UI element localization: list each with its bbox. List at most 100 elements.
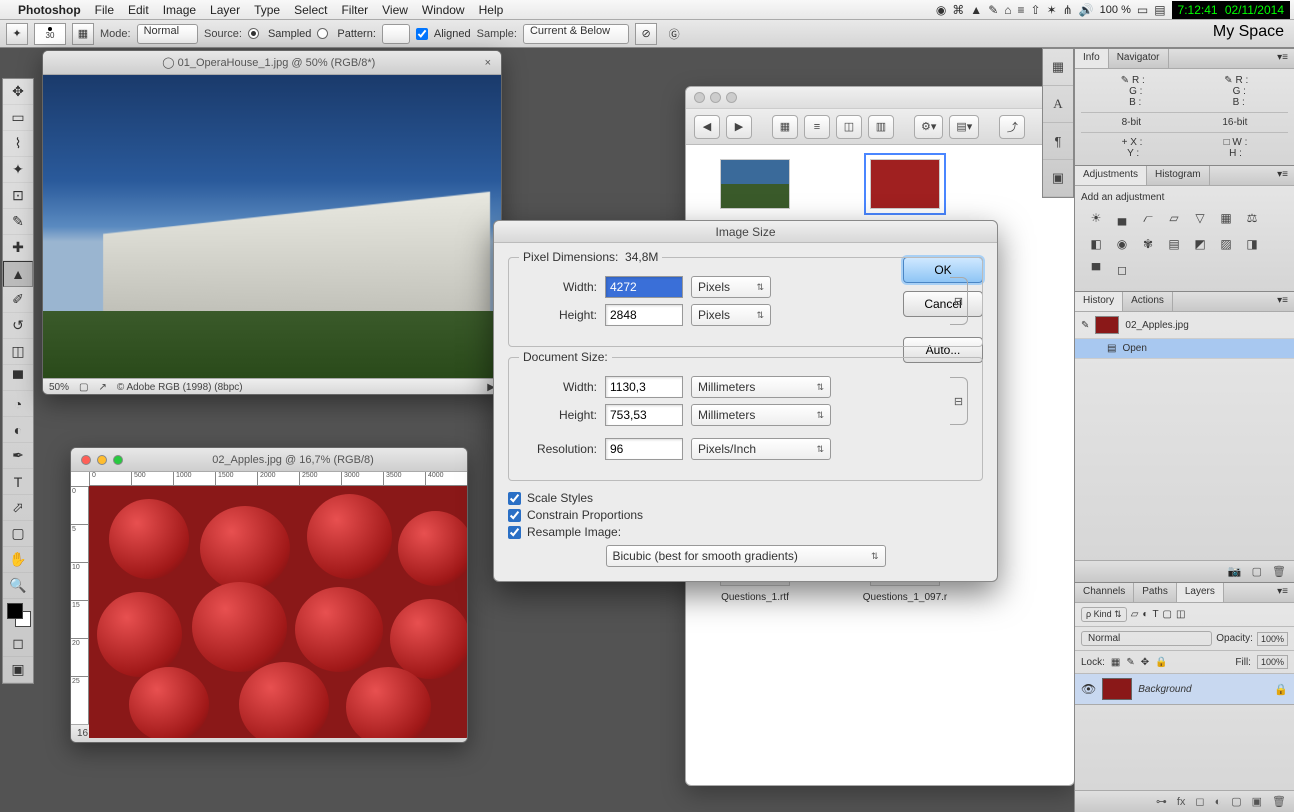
document-tab[interactable]: ◯ 01_OperaHouse_1.jpg @ 50% (RGB/8*) × [43,51,501,75]
view-col-button[interactable]: ◫ [836,115,862,139]
threshold-icon[interactable]: ◨ [1243,235,1261,253]
aligned-checkbox[interactable] [416,28,428,40]
constrain-checkbox[interactable] [508,509,521,522]
lock-pixels-icon[interactable]: ▦ [1111,657,1120,668]
hue-icon[interactable]: ▦ [1217,209,1235,227]
link-icon[interactable]: ⊟ [950,277,968,325]
bw-icon[interactable]: ◧ [1087,235,1105,253]
lasso-tool[interactable]: ⌇ [3,131,33,157]
menu-view[interactable]: View [382,3,408,17]
eyedropper-tool[interactable]: ✎ [3,209,33,235]
pixel-height-input[interactable] [605,304,683,326]
photo-filter-icon[interactable]: ◉ [1113,235,1131,253]
brush-panel-icon[interactable]: ▦ [72,23,94,45]
filter-kind-select[interactable]: ρ Kind ⇅ [1081,607,1127,622]
ignore-adj-icon[interactable]: ⊘ [635,23,657,45]
app-name[interactable]: Photoshop [18,3,81,17]
selective-icon[interactable]: ◻ [1113,261,1131,279]
layer-name[interactable]: Background [1138,684,1268,695]
dodge-tool[interactable]: ◐ [3,417,33,443]
doc-width-unit[interactable]: Millimeters [691,376,831,398]
fill-input[interactable]: 100% [1257,655,1288,669]
arrange-button[interactable]: ▤▾ [949,115,979,139]
document-tab[interactable]: 02_Apples.jpg @ 16,7% (RGB/8) [71,448,467,472]
tab-history[interactable]: History [1075,292,1123,311]
menu-layer[interactable]: Layer [210,3,240,17]
menu-help[interactable]: Help [479,3,504,17]
panel-menu-icon[interactable]: ▾≡ [1271,292,1294,311]
filter-icon[interactable]: ◫ [1176,609,1185,620]
visibility-icon[interactable]: 👁 [1081,682,1096,696]
vibrance-icon[interactable]: ▽ [1191,209,1209,227]
sample-select[interactable]: Current & Below [523,24,629,44]
zoom-tool[interactable]: 🔍 [3,573,33,599]
eraser-tool[interactable]: ◫ [3,339,33,365]
tool-preset-icon[interactable]: ✦ [6,23,28,45]
lock-brush-icon[interactable]: ✎ [1126,657,1134,668]
menu-window[interactable]: Window [422,3,465,17]
traffic-light-close[interactable] [694,92,705,103]
canvas-image[interactable] [43,75,501,378]
blend-mode-select[interactable]: Normal [1081,631,1212,646]
lock-all-icon[interactable]: 🔒 [1155,657,1167,668]
pattern-radio[interactable] [317,28,328,39]
screenmode-icon[interactable]: ▣ [3,657,33,683]
tab-paths[interactable]: Paths [1134,583,1177,602]
balance-icon[interactable]: ⚖ [1243,209,1261,227]
type-icon[interactable]: A [1043,86,1073,123]
traffic-light-min[interactable] [97,455,107,465]
file-item[interactable] [700,159,810,215]
sampled-radio[interactable] [248,28,259,39]
view-list-button[interactable]: ≡ [804,115,830,139]
opacity-input[interactable]: 100% [1257,632,1288,646]
panel-menu-icon[interactable]: ▾≡ [1271,583,1294,602]
workspace-select[interactable]: My Space [1213,23,1284,41]
paragraph-icon[interactable]: ¶ [1043,123,1073,160]
blur-tool[interactable]: ◔ [3,391,33,417]
tab-info[interactable]: Info [1075,49,1109,68]
action-button[interactable]: ⚙▾ [914,115,943,139]
pixel-height-unit[interactable]: Pixels [691,304,771,326]
trash-icon[interactable]: 🗑 [1272,795,1286,808]
curves-icon[interactable]: ⦧ [1139,209,1157,227]
brightness-icon[interactable]: ☀ [1087,209,1105,227]
traffic-light-max[interactable] [113,455,123,465]
finder-titlebar[interactable] [686,87,1074,109]
type-tool[interactable]: T [3,469,33,495]
mask-icon[interactable]: ◻ [1195,795,1204,808]
tab-layers[interactable]: Layers [1177,583,1224,602]
tab-histogram[interactable]: Histogram [1147,166,1210,185]
mode-select[interactable]: Normal [137,24,198,44]
invert-icon[interactable]: ◩ [1191,235,1209,253]
history-state[interactable]: ▤Open [1075,339,1294,359]
brush-preset[interactable]: 30 [34,23,66,45]
filter-icon[interactable]: ▢ [1163,609,1172,620]
hand-tool[interactable]: ✋ [3,547,33,573]
file-item[interactable] [850,159,960,215]
heal-tool[interactable]: ✚ [3,235,33,261]
resample-method-select[interactable]: Bicubic (best for smooth gradients) [606,545,886,567]
menu-type[interactable]: Type [254,3,280,17]
stamp-tool[interactable]: ▲ [3,261,33,287]
gradient-map-icon[interactable]: ▀ [1087,261,1105,279]
doc-width-input[interactable] [605,376,683,398]
tab-navigator[interactable]: Navigator [1109,49,1169,68]
filter-icon[interactable]: ▱ [1131,609,1139,620]
mixer-icon[interactable]: ✾ [1139,235,1157,253]
marquee-tool[interactable]: ▭ [3,105,33,131]
history-snapshot[interactable]: ✎02_Apples.jpg [1075,312,1294,339]
adjustment-icon[interactable]: ◐ [1215,796,1222,808]
menu-select[interactable]: Select [294,3,327,17]
move-tool[interactable]: ✥ [3,79,33,105]
share-button[interactable]: ⤴ [999,115,1025,139]
panel-icon[interactable]: ▦ [1043,49,1073,86]
history-brush-tool[interactable]: ↺ [3,313,33,339]
dialog-title[interactable]: Image Size [494,221,997,243]
crop-tool[interactable]: ⊡ [3,183,33,209]
pattern-select[interactable] [382,24,410,44]
close-icon[interactable]: × [485,57,491,69]
doc-height-unit[interactable]: Millimeters [691,404,831,426]
tab-actions[interactable]: Actions [1123,292,1173,311]
exposure-icon[interactable]: ▱ [1165,209,1183,227]
folder-icon[interactable]: ▣ [1043,160,1073,197]
